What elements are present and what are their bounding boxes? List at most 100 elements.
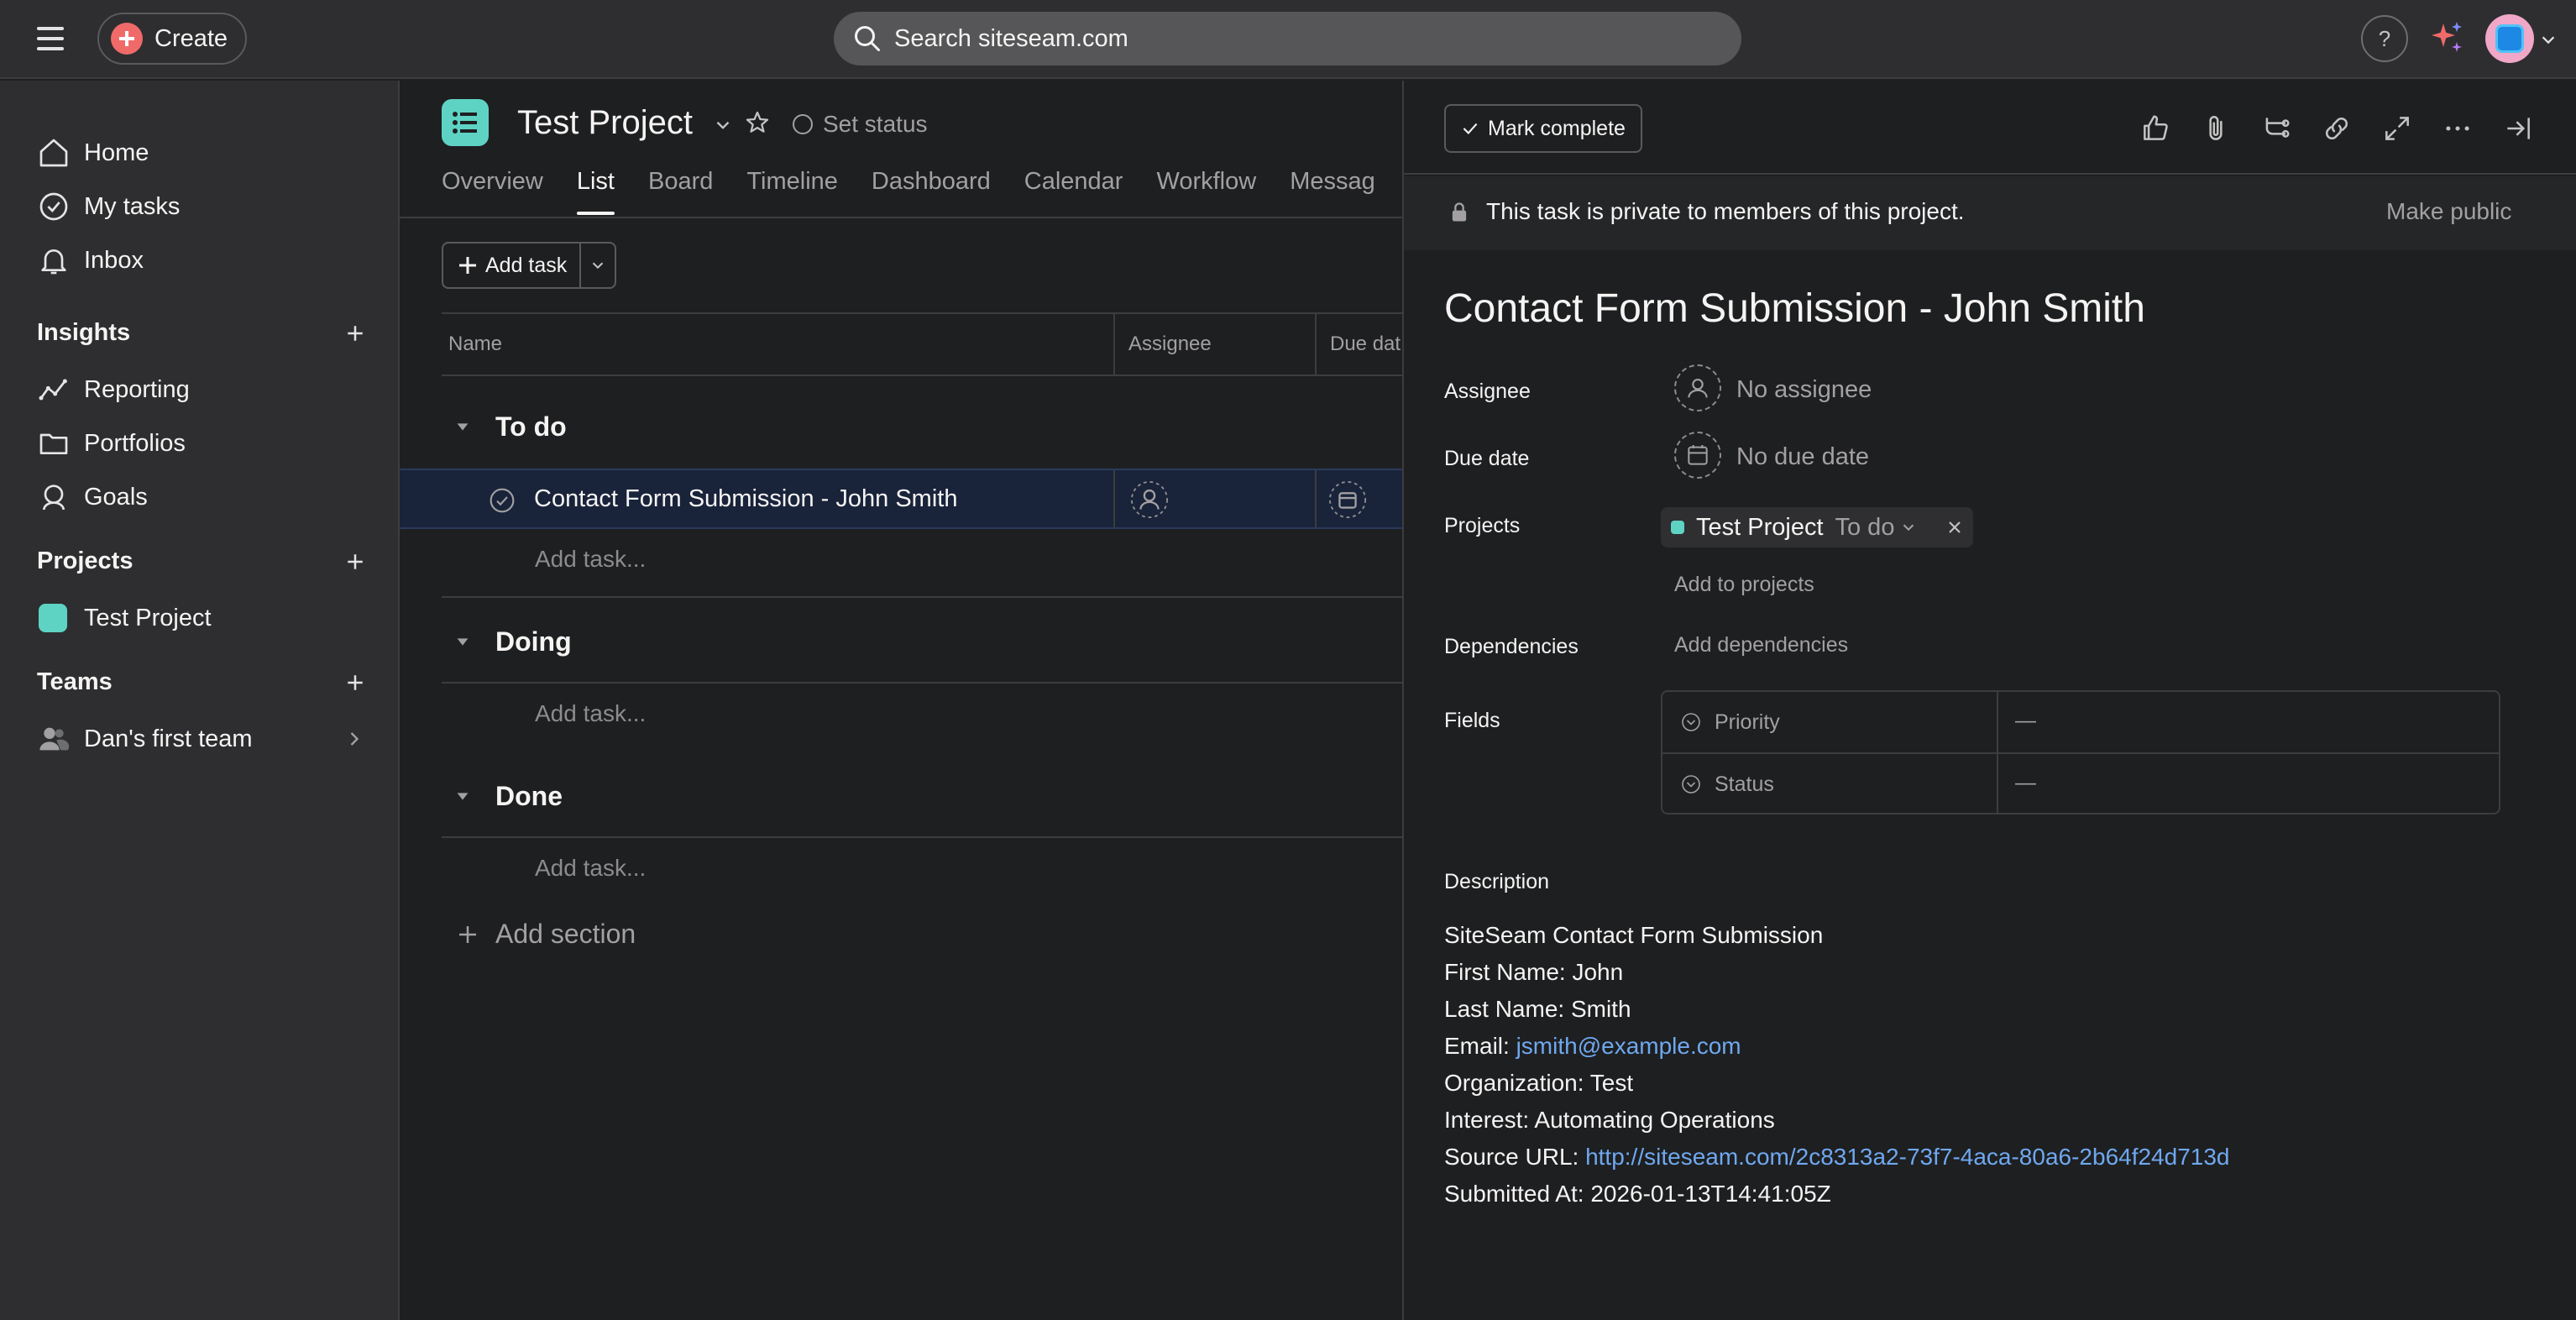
- column-header-name[interactable]: Name: [448, 314, 502, 375]
- create-button[interactable]: Create: [97, 13, 247, 65]
- task-name[interactable]: Contact Form Submission - John Smith: [534, 485, 957, 513]
- caret-down-icon[interactable]: [453, 417, 472, 436]
- tab-timeline[interactable]: Timeline: [746, 168, 838, 215]
- link-icon[interactable]: [2321, 113, 2353, 144]
- chevron-down-icon[interactable]: [1899, 518, 1918, 537]
- field-row-status[interactable]: Status —: [1662, 754, 2499, 815]
- description-line: First Name: John: [1444, 959, 1624, 985]
- sidebar-item-goals[interactable]: Goals: [0, 472, 400, 522]
- assignee-placeholder-icon[interactable]: [1130, 480, 1169, 519]
- section-header-todo[interactable]: To do: [442, 401, 567, 452]
- close-pane-icon[interactable]: [2502, 113, 2534, 144]
- sidebar-item-test-project[interactable]: Test Project: [0, 593, 400, 643]
- calendar-icon[interactable]: [1328, 480, 1367, 519]
- assignee-value[interactable]: No assignee: [1736, 376, 1872, 404]
- table-row[interactable]: Contact Form Submission - John Smith: [400, 469, 1402, 529]
- tab-overview[interactable]: Overview: [442, 168, 543, 215]
- project-pill-name[interactable]: Test Project: [1696, 514, 1824, 542]
- section-divider: [442, 836, 1402, 838]
- tab-calendar[interactable]: Calendar: [1024, 168, 1123, 215]
- add-task-inline[interactable]: Add task...: [535, 546, 646, 573]
- tab-list[interactable]: List: [576, 168, 615, 215]
- sidebar-item-label: My tasks: [84, 192, 181, 220]
- avatar[interactable]: [2485, 14, 2534, 63]
- hamburger-menu-icon[interactable]: [34, 22, 71, 55]
- set-status-button[interactable]: Set status: [793, 107, 928, 141]
- tab-workflow[interactable]: Workflow: [1156, 168, 1256, 215]
- description-line: Interest: Automating Operations: [1444, 1107, 1775, 1133]
- check-circle-icon: [39, 192, 68, 221]
- list-header: Name Assignee Due dat: [442, 312, 1402, 376]
- paperclip-icon[interactable]: [2200, 113, 2232, 144]
- section-header-done[interactable]: Done: [442, 771, 563, 821]
- goals-icon: [43, 485, 65, 511]
- chevron-down-icon[interactable]: [712, 114, 734, 136]
- section-title: Doing: [495, 626, 572, 657]
- subtask-icon[interactable]: [2260, 113, 2292, 144]
- tab-board[interactable]: Board: [648, 168, 713, 215]
- chevron-right-icon[interactable]: [343, 727, 366, 751]
- field-value[interactable]: —: [2015, 709, 2036, 733]
- make-public-button[interactable]: Make public: [2386, 198, 2511, 225]
- column-header-due-date[interactable]: Due dat: [1330, 314, 1401, 375]
- sidebar-item-label: Test Project: [84, 604, 212, 631]
- add-task-button[interactable]: Add task: [442, 242, 581, 289]
- project-title[interactable]: Test Project: [517, 104, 693, 142]
- thumbs-up-icon[interactable]: [2139, 113, 2171, 144]
- project-color-swatch: [39, 604, 67, 632]
- assignee-avatar-placeholder[interactable]: [1674, 364, 1721, 411]
- tab-dashboard[interactable]: Dashboard: [872, 168, 991, 215]
- sidebar-item-inbox[interactable]: Inbox: [0, 235, 400, 285]
- sidebar-item-reporting[interactable]: Reporting: [0, 364, 400, 415]
- email-link[interactable]: jsmith@example.com: [1516, 1033, 1741, 1059]
- sparkle-icon[interactable]: [2427, 18, 2467, 59]
- private-notice-text: This task is private to members of this …: [1486, 198, 1965, 224]
- due-date-placeholder[interactable]: [1674, 432, 1721, 479]
- field-row-priority[interactable]: Priority —: [1662, 692, 2499, 752]
- description-line: Source URL: http://siteseam.com/2c8313a2…: [1444, 1139, 2230, 1176]
- sidebar-heading-insights: Insights: [37, 319, 131, 346]
- add-task-dropdown-button[interactable]: [579, 242, 616, 289]
- mark-complete-button[interactable]: Mark complete: [1444, 104, 1642, 153]
- sidebar-item-dans-first-team[interactable]: Dan's first team: [0, 714, 400, 764]
- more-options-icon[interactable]: [2442, 113, 2474, 144]
- add-to-projects-link[interactable]: Add to projects: [1674, 573, 1814, 597]
- description-editor[interactable]: SiteSeam Contact Form Submission First N…: [1444, 917, 2230, 1213]
- field-value[interactable]: —: [2015, 771, 2036, 795]
- project-list-icon: [442, 99, 489, 146]
- project-pill-section[interactable]: To do: [1835, 514, 1895, 542]
- caret-down-icon[interactable]: [453, 632, 472, 651]
- chevron-down-icon[interactable]: [2539, 30, 2558, 49]
- help-button[interactable]: ?: [2361, 15, 2408, 62]
- add-section-button[interactable]: Add section: [455, 919, 636, 950]
- due-date-value[interactable]: No due date: [1736, 443, 1869, 471]
- task-title[interactable]: Contact Form Submission - John Smith: [1444, 285, 2145, 332]
- add-team-plus-icon[interactable]: [343, 670, 368, 695]
- source-url-link[interactable]: http://siteseam.com/2c8313a2-73f7-4aca-8…: [1585, 1144, 2229, 1170]
- sidebar-item-my-tasks[interactable]: My tasks: [0, 181, 400, 232]
- expand-icon[interactable]: [2381, 113, 2413, 144]
- section-header-doing[interactable]: Doing: [442, 616, 572, 667]
- plus-icon: [458, 256, 477, 275]
- project-pill[interactable]: Test Project To do: [1661, 507, 1973, 547]
- close-icon[interactable]: [1945, 517, 1965, 537]
- add-project-plus-icon[interactable]: [343, 549, 368, 574]
- sidebar-item-portfolios[interactable]: Portfolios: [0, 418, 400, 469]
- bell-icon: [41, 249, 66, 275]
- add-dependencies-link[interactable]: Add dependencies: [1674, 633, 1848, 657]
- add-task-inline[interactable]: Add task...: [535, 700, 646, 727]
- description-line: Email: jsmith@example.com: [1444, 1028, 2230, 1065]
- add-task-inline[interactable]: Add task...: [535, 855, 646, 882]
- column-header-assignee[interactable]: Assignee: [1128, 314, 1212, 375]
- field-name: Priority: [1715, 710, 1780, 734]
- dropdown-field-icon: [1682, 775, 1700, 794]
- search-input[interactable]: Search siteseam.com: [834, 12, 1741, 65]
- email-prefix: Email:: [1444, 1033, 1516, 1059]
- people-icon: [39, 727, 70, 751]
- caret-down-icon[interactable]: [453, 787, 472, 805]
- sidebar-item-home[interactable]: Home: [0, 128, 400, 178]
- tab-messages[interactable]: Messag: [1290, 168, 1375, 215]
- star-icon[interactable]: [744, 109, 771, 136]
- check-circle-icon[interactable]: [489, 487, 516, 514]
- add-insight-plus-icon[interactable]: [343, 321, 368, 346]
